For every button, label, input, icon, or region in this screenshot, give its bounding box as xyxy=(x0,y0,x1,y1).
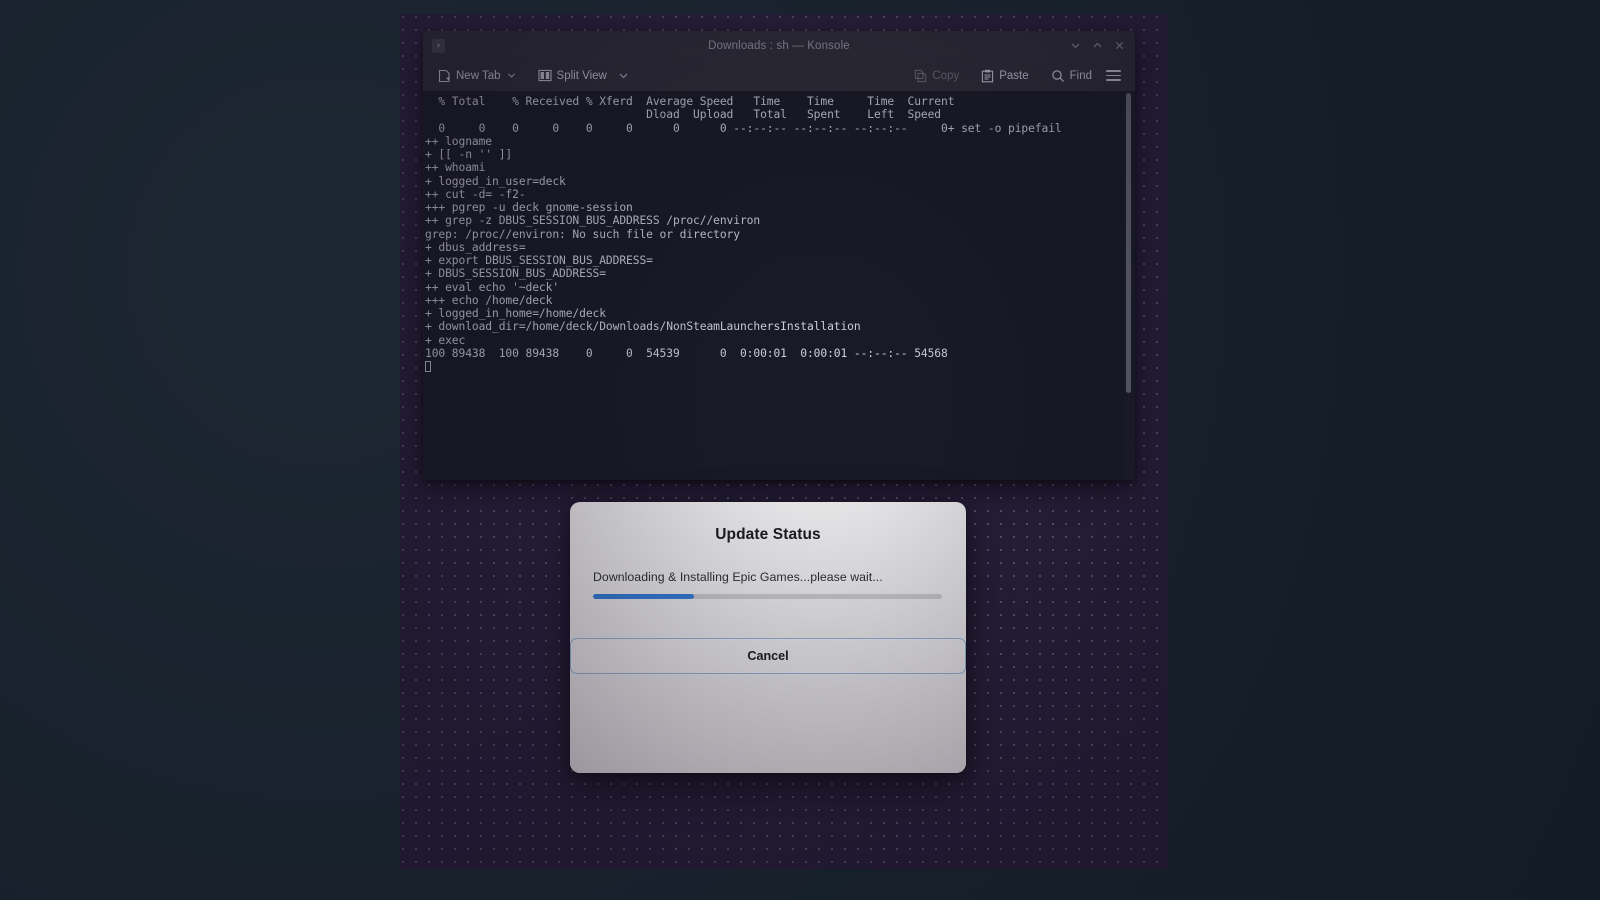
new-tab-button[interactable]: New Tab xyxy=(434,65,520,87)
copy-label: Copy xyxy=(932,69,960,82)
new-tab-icon xyxy=(438,69,451,83)
cancel-button[interactable]: Cancel xyxy=(570,638,966,674)
find-button[interactable]: Find xyxy=(1047,65,1096,87)
terminal-cursor xyxy=(425,361,431,372)
new-tab-label: New Tab xyxy=(456,69,501,82)
paste-icon xyxy=(981,69,994,83)
maximize-icon[interactable] xyxy=(1087,36,1107,56)
progress-bar-fill xyxy=(593,594,695,599)
terminal-output-area[interactable]: % Total % Received % Xferd Average Speed… xyxy=(423,91,1135,480)
chevron-down-icon[interactable] xyxy=(507,71,516,80)
window-title: Downloads : sh — Konsole xyxy=(708,39,850,52)
search-icon xyxy=(1051,69,1065,83)
konsole-titlebar[interactable]: › Downloads : sh — Konsole xyxy=(423,31,1135,60)
paste-button[interactable]: Paste xyxy=(977,65,1032,87)
copy-button: Copy xyxy=(910,65,963,87)
minimize-icon[interactable] xyxy=(1065,36,1085,56)
find-label: Find xyxy=(1069,69,1092,82)
terminal-lines: % Total % Received % Xferd Average Speed… xyxy=(425,95,1062,360)
split-view-label: Split View xyxy=(556,69,607,82)
dialog-button-row: Cancel xyxy=(570,638,966,674)
screen: › Downloads : sh — Konsole New Tab Split… xyxy=(0,0,1600,900)
terminal-scrollbar[interactable] xyxy=(1123,91,1135,480)
terminal-scrollbar-thumb[interactable] xyxy=(1126,93,1131,393)
hamburger-menu-icon[interactable] xyxy=(1106,66,1126,86)
dialog-message: Downloading & Installing Epic Games...pl… xyxy=(593,570,883,584)
paste-label: Paste xyxy=(999,69,1029,82)
progress-bar xyxy=(593,594,942,599)
desktop-wallpaper: › Downloads : sh — Konsole New Tab Split… xyxy=(400,14,1168,869)
window-controls xyxy=(1065,36,1135,56)
split-view-icon xyxy=(537,69,552,82)
split-view-chevron-down-icon[interactable] xyxy=(618,70,629,81)
copy-icon xyxy=(914,69,927,83)
terminal-icon: › xyxy=(432,38,445,53)
split-view-button[interactable]: Split View xyxy=(534,65,611,87)
terminal-text: % Total % Received % Xferd Average Speed… xyxy=(423,91,1135,480)
konsole-window: › Downloads : sh — Konsole New Tab Split… xyxy=(423,31,1135,480)
update-status-dialog: Update Status Downloading & Installing E… xyxy=(570,502,966,773)
konsole-toolbar: New Tab Split View Copy Paste Find xyxy=(423,60,1135,91)
dialog-title: Update Status xyxy=(715,526,821,543)
close-icon[interactable] xyxy=(1109,36,1129,56)
dialog-empty-area xyxy=(570,674,966,773)
